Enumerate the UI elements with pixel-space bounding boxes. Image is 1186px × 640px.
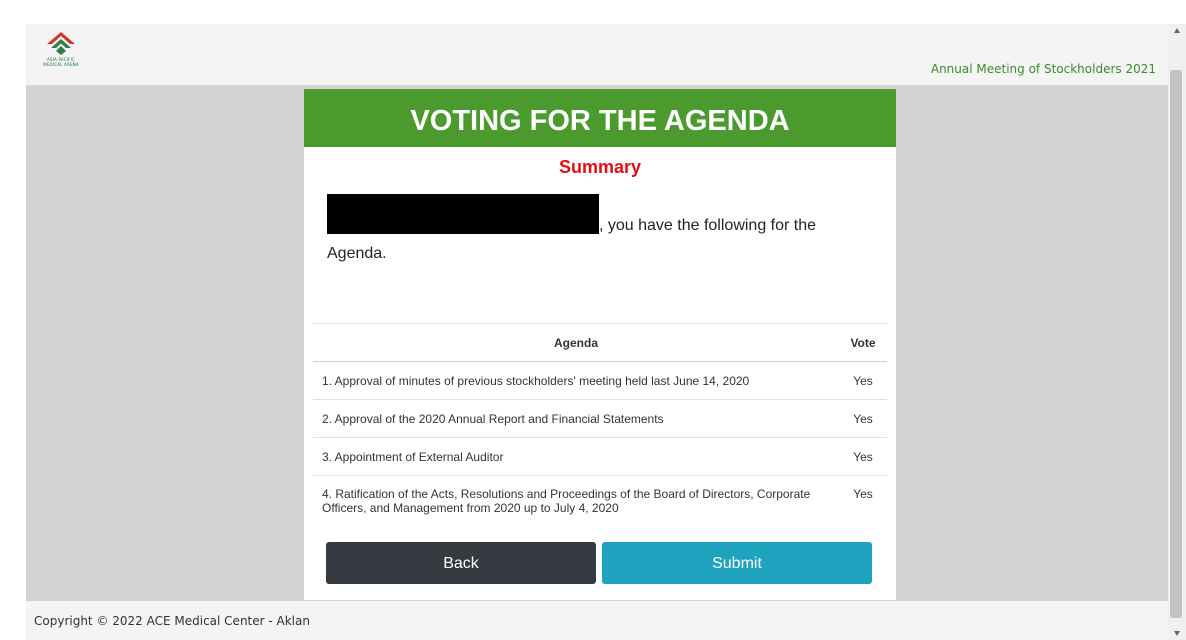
agenda-column-header: Agenda — [313, 323, 839, 362]
summary-heading: Summary — [558, 157, 642, 177]
page-title: VOTING FOR THE AGENDA — [304, 89, 896, 147]
action-buttons: Back Submit — [326, 542, 874, 584]
event-title: Annual Meeting of Stockholders 2021 — [930, 62, 1156, 76]
logo-line-2: MEDICAL ARENA — [43, 62, 79, 67]
vote-value: Yes — [839, 437, 887, 476]
redacted-name — [327, 194, 599, 234]
logo-text: ASIA PACIFIC MEDICAL ARENA — [36, 57, 86, 67]
scrollbar-thumb[interactable] — [1170, 70, 1182, 618]
table-row: 1. Approval of minutes of previous stock… — [313, 361, 887, 400]
back-button[interactable]: Back — [326, 542, 596, 584]
vertical-scrollbar[interactable] — [1168, 24, 1186, 640]
agenda-item: 3. Appointment of External Auditor — [313, 437, 839, 476]
table-row: 2. Approval of the 2020 Annual Report an… — [313, 399, 887, 438]
arrow-down-icon[interactable] — [1174, 631, 1180, 636]
submit-button[interactable]: Submit — [602, 542, 872, 584]
vote-value: Yes — [839, 399, 887, 438]
site-header: ASIA PACIFIC MEDICAL ARENA Annual Meetin… — [26, 24, 1168, 86]
site-footer: Copyright © 2022 ACE Medical Center - Ak… — [26, 600, 1168, 640]
table-row: 3. Appointment of External Auditor Yes — [313, 437, 887, 476]
table-row: 4. Ratification of the Acts, Resolutions… — [313, 475, 887, 528]
chevron-diamond-logo-icon — [47, 32, 75, 55]
agenda-table: Agenda Vote 1. Approval of minutes of pr… — [313, 323, 887, 528]
vote-value: Yes — [839, 361, 887, 400]
agenda-item: 4. Ratification of the Acts, Resolutions… — [313, 475, 839, 528]
page: ASIA PACIFIC MEDICAL ARENA Annual Meetin… — [26, 24, 1168, 640]
agenda-item: 2. Approval of the 2020 Annual Report an… — [313, 399, 839, 438]
agenda-item: 1. Approval of minutes of previous stock… — [313, 361, 839, 400]
greeting-text: , you have the following for the Agenda. — [327, 194, 867, 268]
arrow-up-icon[interactable] — [1174, 28, 1180, 33]
copyright-text: Copyright © 2022 ACE Medical Center - Ak… — [34, 614, 310, 628]
vote-value: Yes — [839, 475, 887, 528]
vote-column-header: Vote — [839, 323, 887, 362]
voting-card: VOTING FOR THE AGENDA Summary , you have… — [304, 89, 896, 606]
logo[interactable]: ASIA PACIFIC MEDICAL ARENA — [36, 30, 86, 76]
